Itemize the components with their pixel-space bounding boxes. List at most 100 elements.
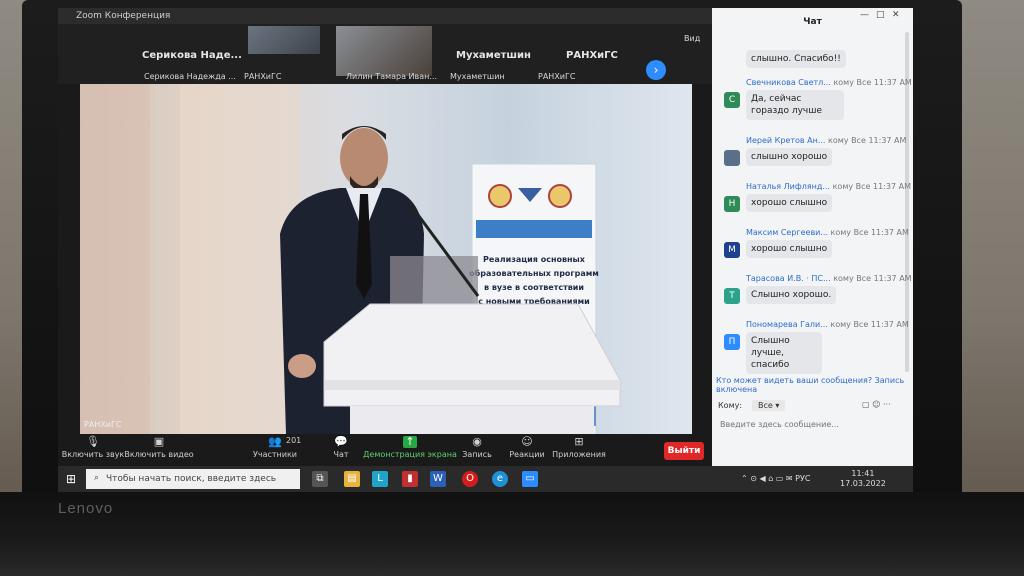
clock-time: 11:41 <box>851 469 875 478</box>
muted-microphone-icon: 🎙 <box>86 435 100 448</box>
clock-date: 17.03.2022 <box>840 479 886 488</box>
message-time: 11:37 AM <box>868 136 907 145</box>
message-text: Слышно хорошо. <box>746 286 837 304</box>
window-title: Zoom Конференция <box>58 8 712 24</box>
reactions-icon: ☺ <box>521 435 533 448</box>
recipient-row: Кому: Все ▾ <box>718 400 786 411</box>
gallery-next-button[interactable]: › <box>646 60 666 80</box>
avatar <box>724 150 740 166</box>
maximize-icon[interactable]: □ <box>876 10 885 20</box>
avatar: Н <box>724 196 740 212</box>
close-icon[interactable]: ✕ <box>892 10 900 20</box>
chat-message-input[interactable] <box>718 416 908 432</box>
laptop-base <box>0 492 1024 576</box>
participant-subname: РАНХиГС <box>244 72 282 81</box>
message-time: 11:37 AM <box>873 78 912 87</box>
search-icon: ⌕ <box>94 473 100 483</box>
windows-start-icon[interactable]: ⊞ <box>66 472 76 486</box>
participant-thumbnail[interactable] <box>336 26 432 76</box>
participants-icon: 👥 <box>268 435 282 448</box>
taskbar-search[interactable]: Чтобы начать поиск, введите здесь запрос <box>86 469 300 489</box>
avatar: С <box>724 92 740 108</box>
recipient: кому Все <box>828 136 866 145</box>
word-icon[interactable]: W <box>430 471 446 487</box>
message-time: 11:37 AM <box>870 320 909 329</box>
video-off-icon: ▣ <box>153 435 165 448</box>
minimize-icon[interactable]: — <box>860 10 869 20</box>
more-icon[interactable]: ··· <box>883 400 891 409</box>
zoom-window: Zoom Конференция Серикова Наде... Мухаме… <box>58 8 712 466</box>
message-meta: Наталья Лифлянд... кому Все 11:37 AM <box>746 182 911 191</box>
chevron-right-icon: › <box>653 63 659 77</box>
message-text: слышно. Спасибо!! <box>746 50 846 68</box>
message-meta: Максим Сергееви... кому Все 11:37 AM <box>746 228 909 237</box>
avatar: П <box>724 334 740 350</box>
participant-gallery: Серикова Наде... Мухаметшин РАНХиГС › Ви… <box>58 24 712 84</box>
system-tray[interactable]: ⌃ ⊙ ◀ ⌂ ▭ ✉ РУС <box>741 474 810 483</box>
message-text: хорошо слышно <box>746 240 833 258</box>
apps-button[interactable]: ⊞ Приложения <box>544 435 614 460</box>
recipient: кому Все <box>830 320 869 329</box>
language-indicator[interactable]: РУС <box>795 474 810 483</box>
task-view-icon[interactable]: ⧉ <box>312 471 328 487</box>
banner-line: Реализация основных <box>483 255 586 264</box>
recipient: кому Все <box>830 228 869 237</box>
windows-taskbar: ⊞ Чтобы начать поиск, введите здесь запр… <box>58 466 913 492</box>
main-speaker-video: Реализация основных образовательных прог… <box>80 84 692 434</box>
opera-icon[interactable]: O <box>462 471 478 487</box>
message-meta: Свечникова Светл... кому Все 11:37 AM <box>746 78 912 87</box>
file-icon[interactable]: ▢ <box>862 400 870 409</box>
edge-icon[interactable]: e <box>492 471 508 487</box>
emoji-icon[interactable]: ☺ <box>872 400 880 409</box>
reactions-label: Реакции <box>509 450 545 459</box>
message-text: Слышно лучше, спасибо <box>746 332 822 374</box>
unmute-label: Включить звук <box>61 450 125 459</box>
recipient: кому Все <box>833 78 872 87</box>
speaker-scene: Реализация основных образовательных прог… <box>80 84 621 434</box>
view-label[interactable]: Вид <box>684 34 700 43</box>
sender-name: Тарасова И.В. · ПС... <box>746 274 831 283</box>
unmute-button[interactable]: 🎙 Включить звук <box>58 435 128 460</box>
video-name-badge: РАНХиГС <box>84 420 122 429</box>
message-meta: Тарасова И.В. · ПС... кому Все 11:37 AM <box>746 274 912 283</box>
message-text: слышно хорошо <box>746 148 833 166</box>
meeting-toolbar: 🎙 Включить звук ▣ Включить видео 👥 Участник… <box>58 434 712 466</box>
start-video-button[interactable]: ▣ Включить видео <box>124 435 194 460</box>
banner-line: образовательных программ <box>469 268 599 278</box>
apps-icon: ⊞ <box>574 435 584 448</box>
chat-label: Чат <box>333 450 349 459</box>
chat-panel: Чат — □ ✕ слышно. Спасибо!! Свечникова С… <box>712 8 913 466</box>
leave-meeting-button[interactable]: Выйти <box>664 442 704 460</box>
laptop-brand-logo: Lenovo <box>58 500 114 517</box>
avatar: М <box>724 242 740 258</box>
recipient: кому Все <box>833 274 872 283</box>
zoom-app-icon[interactable]: ▭ <box>522 471 538 487</box>
message-text: Да, сейчас гораздо лучше <box>746 90 844 120</box>
recipient-label: Кому: <box>718 401 743 410</box>
recipient-value: Все <box>758 401 773 410</box>
chat-tools: ▢ ☺ ··· <box>862 400 891 409</box>
record-label: Запись <box>462 450 492 459</box>
tray-icons: ⌃ ⊙ ◀ ⌂ ▭ ✉ <box>741 474 796 483</box>
share-screen-icon: ↑ <box>403 436 417 448</box>
message-meta: Пономарева Гали... кому Все 11:37 AM <box>746 320 909 329</box>
sender-name: Максим Сергееви... <box>746 228 828 237</box>
message-time: 11:37 AM <box>873 182 911 191</box>
laptop-screen: Zoom Конференция Серикова Наде... Мухаме… <box>58 8 913 492</box>
message-time: 11:37 AM <box>870 228 909 237</box>
participant-thumbnail[interactable] <box>248 26 320 54</box>
sender-name: Свечникова Светл... <box>746 78 831 87</box>
sender-name: Пономарева Гали... <box>746 320 828 329</box>
chat-visibility-note[interactable]: Кто может видеть ваши сообщения? Запись … <box>716 376 913 394</box>
participant-subname: Мухаметшин <box>450 72 505 81</box>
participant-name: РАНХиГС <box>566 50 618 61</box>
app-red-icon[interactable]: ▮ <box>402 471 418 487</box>
participant-subname: РАНХиГС <box>538 72 576 81</box>
avatar: Т <box>724 288 740 304</box>
file-explorer-icon[interactable]: ▤ <box>344 471 360 487</box>
taskbar-clock[interactable]: 11:41 17.03.2022 <box>840 469 886 489</box>
recipient-select[interactable]: Все ▾ <box>752 400 786 411</box>
apps-label: Приложения <box>552 450 606 459</box>
participant-subname: Лилин Тамара Иван... <box>346 72 438 81</box>
app-l-icon[interactable]: L <box>372 471 388 487</box>
